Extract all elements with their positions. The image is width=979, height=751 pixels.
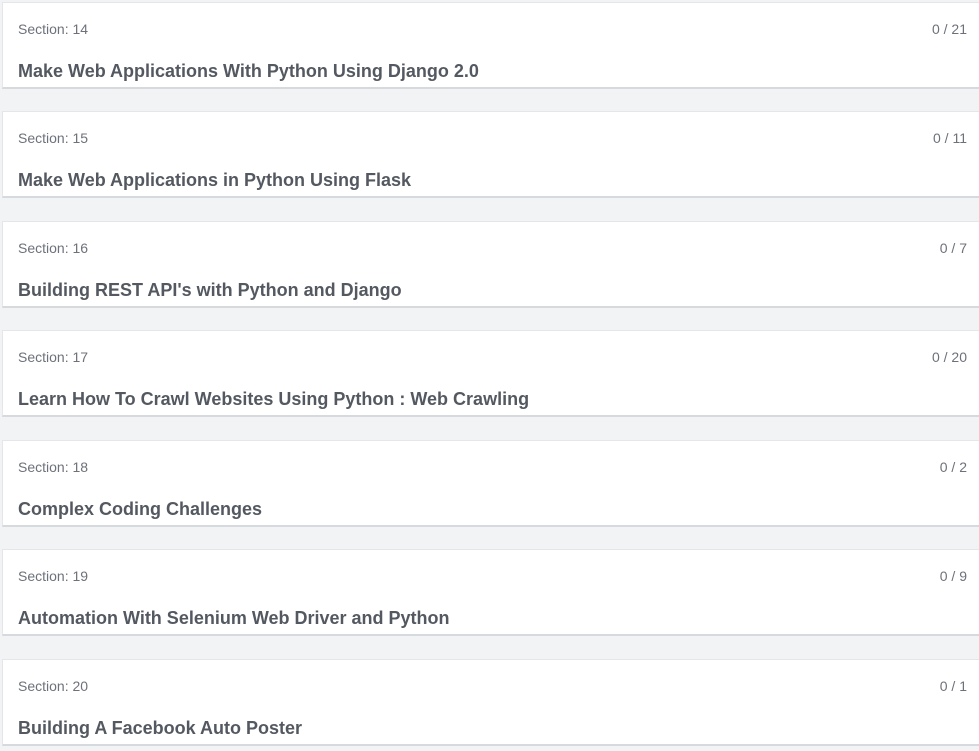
section-number: Section: 20 xyxy=(18,678,89,694)
section-number: Section: 18 xyxy=(18,459,89,475)
section-progress: 0 / 2 xyxy=(939,459,967,475)
section-card-19[interactable]: Section: 19 0 / 9 Automation With Seleni… xyxy=(2,549,979,636)
section-card-14[interactable]: Section: 14 0 / 21 Make Web Applications… xyxy=(2,2,979,89)
section-number: Section: 19 xyxy=(18,568,89,584)
section-number: Section: 14 xyxy=(18,21,89,37)
section-progress: 0 / 11 xyxy=(933,130,967,146)
section-card-15[interactable]: Section: 15 0 / 11 Make Web Applications… xyxy=(2,111,979,198)
section-title: Building A Facebook Auto Poster xyxy=(18,718,303,738)
section-number: Section: 15 xyxy=(18,130,89,146)
section-title: Learn How To Crawl Websites Using Python… xyxy=(18,389,530,409)
section-progress: 0 / 1 xyxy=(939,678,967,694)
section-number: Section: 16 xyxy=(18,240,89,256)
section-card-17[interactable]: Section: 17 0 / 20 Learn How To Crawl We… xyxy=(2,330,979,417)
section-number: Section: 17 xyxy=(18,349,89,365)
section-progress: 0 / 20 xyxy=(931,349,967,365)
section-title: Building REST API's with Python and Djan… xyxy=(18,280,402,300)
section-list: Section: 14 0 / 21 Make Web Applications… xyxy=(0,0,979,751)
section-progress: 0 / 7 xyxy=(939,240,967,256)
section-card-18[interactable]: Section: 18 0 / 2 Complex Coding Challen… xyxy=(2,440,979,527)
section-title: Make Web Applications in Python Using Fl… xyxy=(18,170,412,190)
section-card-16[interactable]: Section: 16 0 / 7 Building REST API's wi… xyxy=(2,221,979,308)
section-progress: 0 / 9 xyxy=(939,568,967,584)
section-title: Automation With Selenium Web Driver and … xyxy=(18,608,450,628)
section-progress: 0 / 21 xyxy=(931,21,967,37)
section-title: Complex Coding Challenges xyxy=(18,499,263,519)
section-title: Make Web Applications With Python Using … xyxy=(18,61,479,81)
section-card-20[interactable]: Section: 20 0 / 1 Building A Facebook Au… xyxy=(2,659,979,746)
